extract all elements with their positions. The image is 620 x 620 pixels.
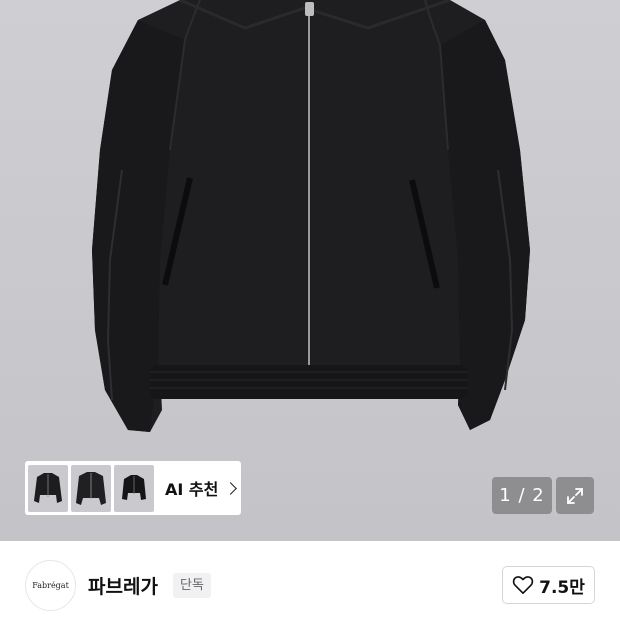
like-button[interactable]: 7.5만 [502,566,595,604]
expand-image-button[interactable] [556,477,594,514]
image-page-counter: 1 / 2 [492,477,552,514]
heart-icon [512,576,534,594]
brand-name[interactable]: 파브레가 [88,572,158,599]
product-image[interactable]: AI 추천 1 / 2 [0,0,620,541]
thumbnail-3[interactable] [114,464,154,512]
ai-recommend-card[interactable]: AI 추천 [25,461,241,515]
thumbnail-2[interactable] [71,464,111,512]
exclusive-badge: 단독 [173,573,211,598]
expand-icon [567,487,583,504]
chevron-right-icon [224,481,238,495]
thumbnail-1[interactable] [28,464,68,512]
jacket-photo [92,0,530,432]
like-count: 7.5만 [539,577,585,598]
brand-logo-text: Fabrégat [32,581,69,590]
ai-recommend-label: AI 추천 [165,480,219,499]
brand-logo[interactable]: Fabrégat [25,560,76,611]
